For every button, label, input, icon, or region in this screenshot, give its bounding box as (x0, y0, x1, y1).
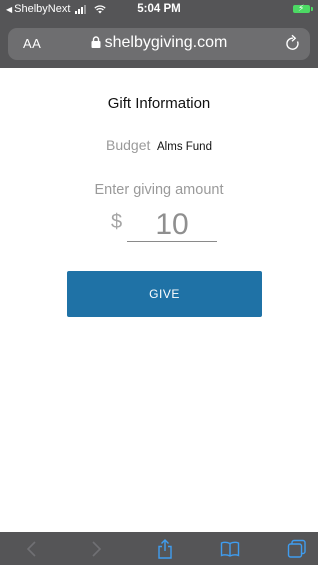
give-button[interactable]: GIVE (67, 271, 262, 317)
browser-bottom-toolbar (0, 532, 318, 565)
browser-top-chrome: ◀ ShelbyNext 5:04 PM ⚡ AA shelbygiving.c… (0, 0, 318, 68)
status-time: 5:04 PM (137, 3, 181, 15)
amount-input[interactable] (127, 208, 217, 242)
forward-icon[interactable] (86, 539, 106, 559)
share-icon[interactable] (155, 539, 175, 559)
url-domain: shelbygiving.com (104, 34, 228, 51)
budget-label: Budget (106, 137, 151, 153)
back-icon[interactable] (22, 539, 42, 559)
tabs-icon[interactable] (287, 539, 307, 559)
amount-row: $ (111, 208, 221, 244)
address-bar[interactable]: AA shelbygiving.com (8, 28, 310, 60)
reload-icon[interactable] (284, 33, 302, 53)
battery-charging-icon: ⚡ (293, 3, 313, 13)
amount-prompt: Enter giving amount (94, 182, 224, 198)
lock-icon (91, 36, 101, 48)
bookmarks-icon[interactable] (220, 539, 240, 559)
status-bar: ◀ ShelbyNext 5:04 PM ⚡ (0, 0, 318, 20)
currency-symbol: $ (111, 211, 123, 233)
url-display[interactable]: shelbygiving.com (8, 34, 310, 52)
page-title: Gift Information (107, 95, 211, 112)
budget-row: Budget Alms Fund (0, 137, 318, 153)
budget-value: Alms Fund (157, 141, 212, 153)
